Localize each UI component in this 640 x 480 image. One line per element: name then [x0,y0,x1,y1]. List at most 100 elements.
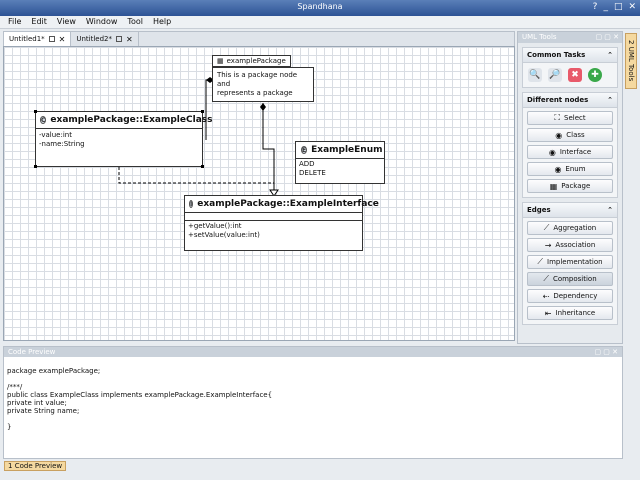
menu-bar: File Edit View Window Tool Help [0,16,640,29]
interface-node[interactable]: I examplePackage::ExampleInterface +getV… [184,195,379,251]
tab-untitled1[interactable]: Untitled1* ✕ [4,32,72,46]
tab-label: Untitled2* [76,35,113,43]
node-class-button[interactable]: ◉ Class [527,128,613,142]
interface-header: I examplePackage::ExampleInterface [185,196,379,213]
composition-icon: ⟋ [543,274,549,283]
button-label: Association [555,241,596,249]
editor-tabs: Untitled1* ✕ Untitled2* ✕ [3,31,515,46]
enum-header: E ExampleEnum [296,142,384,159]
common-tasks-title: Common Tasks [527,51,586,59]
interface-icon: ◉ [548,147,556,157]
panel-controls[interactable]: ▢ ▢ ✕ [594,347,618,357]
zoom-out-icon[interactable]: 🔎 [548,68,562,82]
button-label: Implementation [547,258,603,266]
menu-help[interactable]: Help [153,16,171,28]
resize-handle[interactable] [201,110,204,113]
node-package-button[interactable]: ▦ Package [527,179,613,193]
maximize-icon[interactable]: □ [614,2,623,12]
close-icon[interactable]: ✕ [628,2,636,12]
enum-values: ADD DELETE [296,159,384,179]
interface-title: examplePackage::ExampleInterface [197,199,379,209]
package-note-line: This is a package node and [217,71,298,88]
enum-icon: ◉ [554,164,562,174]
status-bar: 1 Code Preview [0,460,640,480]
inheritance-icon: ⇤ [544,308,552,318]
button-label: Dependency [553,292,598,300]
implementation-edge [118,167,275,195]
maximize-icon[interactable] [116,36,123,42]
close-icon[interactable]: ✕ [59,35,66,44]
uml-tools-titlebar: UML Tools ▢ ▢ ✕ [518,32,622,43]
button-label: Composition [552,275,597,283]
maximize-icon[interactable] [48,36,55,42]
menu-window[interactable]: Window [86,16,118,28]
interface-method: +setValue(value:int) [188,231,260,239]
interface-methods: +getValue():int +setValue(value:int) [185,221,362,241]
tab-label: Untitled1* [9,35,45,43]
collapse-icon[interactable]: ⌃ [607,51,613,59]
collapse-icon[interactable]: ⌃ [607,96,613,104]
common-tasks-section: Common Tasks ⌃ 🔍 🔎 ✖ ✚ [522,47,618,88]
menu-tool[interactable]: Tool [127,16,143,28]
edge-dependency-button[interactable]: ⇠ Dependency [527,289,613,303]
select-icon: ⛶ [554,113,560,122]
edges-header[interactable]: Edges ⌃ [523,203,617,218]
menu-file[interactable]: File [8,16,21,28]
class-node[interactable]: C examplePackage::ExampleClass -value:in… [35,111,212,167]
package-interface-edge [262,103,275,195]
code-preview-title: Code Preview [8,348,56,356]
resize-handle[interactable] [34,165,37,168]
edge-aggregation-button[interactable]: ⟋ Aggregation [527,221,613,235]
button-label: Class [566,131,585,139]
edge-implementation-button[interactable]: ⟋ Implementation [527,255,613,269]
node-select-button[interactable]: ⛶ Select [527,111,613,125]
class-header: C examplePackage::ExampleClass [36,112,212,129]
implementation-icon: ⟋ [537,257,543,266]
collapse-icon[interactable]: ⌃ [607,206,613,214]
edge-inheritance-button[interactable]: ⇤ Inheritance [527,306,613,320]
common-tasks-header[interactable]: Common Tasks ⌃ [523,48,617,63]
resize-handle[interactable] [201,165,204,168]
button-label: Aggregation [553,224,597,232]
menu-edit[interactable]: Edit [31,16,47,28]
button-label: Enum [565,165,586,173]
uml-tools-side-tab[interactable]: 2 UML Tools [625,33,637,89]
zoom-in-icon[interactable]: 🔍 [528,68,542,82]
class-attributes: -value:int -name:String [36,129,202,151]
enum-node[interactable]: E ExampleEnum ADD DELETE [295,141,385,184]
tab-untitled2[interactable]: Untitled2* ✕ [71,32,139,46]
package-icon: ▦ [217,57,224,65]
class-attribute: -name:String [39,140,85,148]
resize-handle[interactable] [34,110,37,113]
class-attribute: -value:int [39,131,72,139]
code-preview-dock-tab[interactable]: 1 Code Preview [4,461,67,471]
panel-controls[interactable]: ▢ ▢ ✕ [595,32,619,43]
node-interface-button[interactable]: ◉ Interface [527,145,613,159]
delete-icon[interactable]: ✖ [568,68,582,82]
dock-tab-index: 1 [8,462,13,470]
node-enum-button[interactable]: ◉ Enum [527,162,613,176]
diagram-canvas[interactable]: ▦ examplePackage This is a package node … [3,46,515,341]
button-label: Select [564,114,586,122]
common-tasks-toolbar: 🔍 🔎 ✖ ✚ [523,63,617,87]
package-node-tab[interactable]: ▦ examplePackage [212,55,291,67]
code-preview-text[interactable]: package examplePackage; /***/ public cla… [4,357,622,441]
different-nodes-header[interactable]: Different nodes ⌃ [523,93,617,108]
interface-attributes [185,213,362,221]
edges-title: Edges [527,206,551,214]
interface-method: +getValue():int [188,222,242,230]
close-icon[interactable]: ✕ [126,35,133,44]
enum-value: ADD [299,160,315,168]
edge-association-button[interactable]: → Association [527,238,613,252]
dock-tab-label: Code Preview [14,462,63,470]
minimize-icon[interactable]: _ [603,2,608,12]
menu-view[interactable]: View [57,16,76,28]
window-title: Spandhana [297,2,343,11]
edge-composition-button[interactable]: ⟋ Composition [527,272,613,286]
class-icon: ◉ [555,130,563,140]
add-icon[interactable]: ✚ [588,68,602,82]
package-node[interactable]: This is a package node and represents a … [212,67,314,102]
dependency-icon: ⇠ [542,291,550,301]
help-icon[interactable]: ? [593,2,598,12]
uml-tools-title: UML Tools [522,33,557,41]
